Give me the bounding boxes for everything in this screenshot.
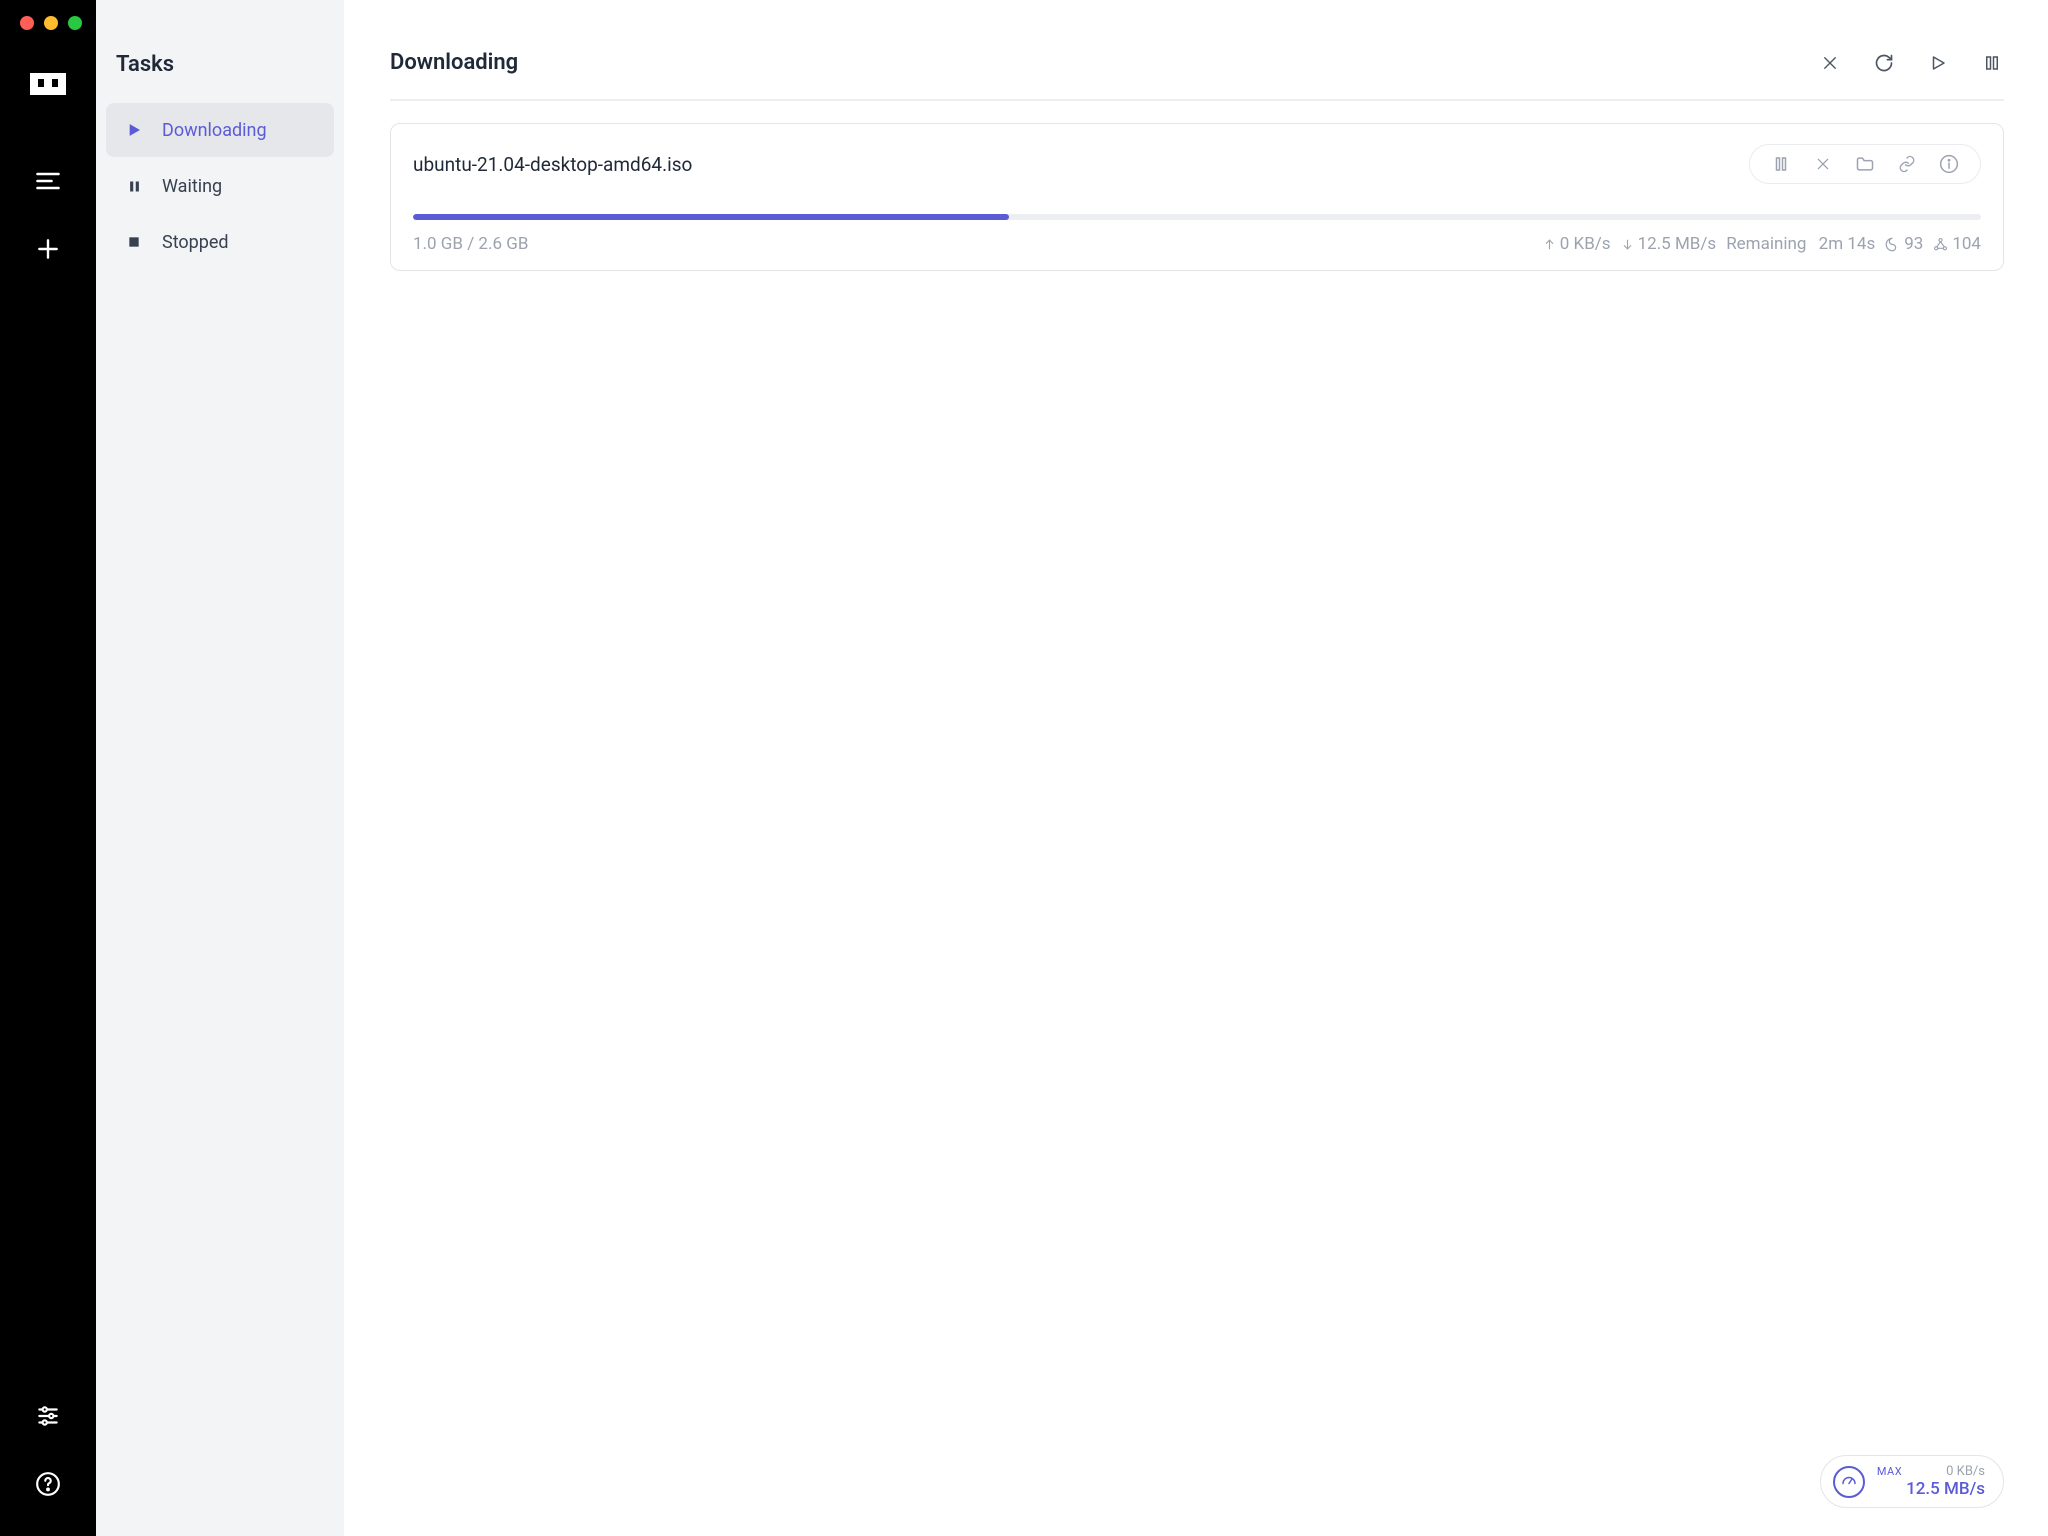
progress-bar — [413, 214, 1981, 220]
speed-text: MAX 0 KB/s 12.5 MB/s — [1877, 1464, 1985, 1499]
refresh-button[interactable] — [1872, 51, 1896, 75]
settings-button[interactable] — [20, 1388, 76, 1444]
task-seeds: 93 — [1885, 234, 1923, 254]
speedometer-icon — [1833, 1466, 1865, 1498]
sidebar-item-stopped[interactable]: Stopped — [106, 215, 334, 269]
help-button[interactable] — [20, 1456, 76, 1512]
task-header: ubuntu-21.04-desktop-amd64.iso — [413, 144, 1981, 184]
task-download-speed: 12.5 MB/s — [1621, 234, 1717, 254]
task-remaining: Remaining 2m 14s — [1726, 234, 1875, 254]
sidebar-item-label: Downloading — [162, 120, 267, 141]
task-pause-button[interactable] — [1770, 153, 1792, 175]
sidebar-item-label: Waiting — [162, 176, 222, 197]
add-task-button[interactable] — [20, 221, 76, 277]
task-stats: 1.0 GB / 2.6 GB 0 KB/s 12.5 MB/s Remaini… — [413, 234, 1981, 254]
main-header: Downloading — [390, 50, 2004, 101]
arrow-down-icon — [1621, 238, 1634, 251]
peers-icon — [1933, 237, 1948, 252]
task-filename: ubuntu-21.04-desktop-amd64.iso — [413, 153, 692, 176]
task-actions — [1749, 144, 1981, 184]
sidebar: Tasks Downloading Waiting Stopped — [96, 0, 344, 1536]
task-folder-button[interactable] — [1854, 153, 1876, 175]
pause-icon — [124, 176, 144, 196]
main-toolbar — [1818, 51, 2004, 75]
speed-up-value: 0 KB/s — [1946, 1464, 1985, 1479]
seed-icon — [1885, 237, 1900, 252]
sidebar-item-label: Stopped — [162, 232, 229, 253]
task-link-button[interactable] — [1896, 153, 1918, 175]
arrow-up-icon — [1543, 238, 1556, 251]
stop-icon — [124, 232, 144, 252]
task-card[interactable]: ubuntu-21.04-desktop-amd64.iso — [390, 123, 2004, 271]
task-size: 1.0 GB / 2.6 GB — [413, 234, 528, 254]
task-remove-button[interactable] — [1812, 153, 1834, 175]
delete-button[interactable] — [1818, 51, 1842, 75]
speed-max-label: MAX — [1877, 1465, 1902, 1478]
main-content: Downloading ubuntu-21.04-desktop-amd64.i… — [344, 0, 2048, 1536]
resume-all-button[interactable] — [1926, 51, 1950, 75]
window-minimize-button[interactable] — [44, 16, 58, 30]
play-icon — [124, 120, 144, 140]
task-upload-speed: 0 KB/s — [1543, 234, 1611, 254]
pause-all-button[interactable] — [1980, 51, 2004, 75]
menu-toggle-button[interactable] — [20, 153, 76, 209]
app-logo — [30, 58, 66, 105]
task-info-button[interactable] — [1938, 153, 1960, 175]
task-stats-right: 0 KB/s 12.5 MB/s Remaining 2m 14s 93 — [1543, 234, 1981, 254]
window-close-button[interactable] — [20, 16, 34, 30]
task-peers: 104 — [1933, 234, 1981, 254]
window-controls — [18, 16, 82, 30]
app-root: Tasks Downloading Waiting Stopped Downlo… — [0, 0, 2048, 1536]
sidebar-item-waiting[interactable]: Waiting — [106, 159, 334, 213]
sidebar-title: Tasks — [96, 52, 344, 103]
speed-down-value: 12.5 MB/s — [1877, 1479, 1985, 1499]
progress-fill — [413, 214, 1009, 220]
page-title: Downloading — [390, 50, 518, 75]
sidebar-item-downloading[interactable]: Downloading — [106, 103, 334, 157]
speed-indicator[interactable]: MAX 0 KB/s 12.5 MB/s — [1820, 1455, 2004, 1508]
rail — [0, 0, 96, 1536]
window-maximize-button[interactable] — [68, 16, 82, 30]
